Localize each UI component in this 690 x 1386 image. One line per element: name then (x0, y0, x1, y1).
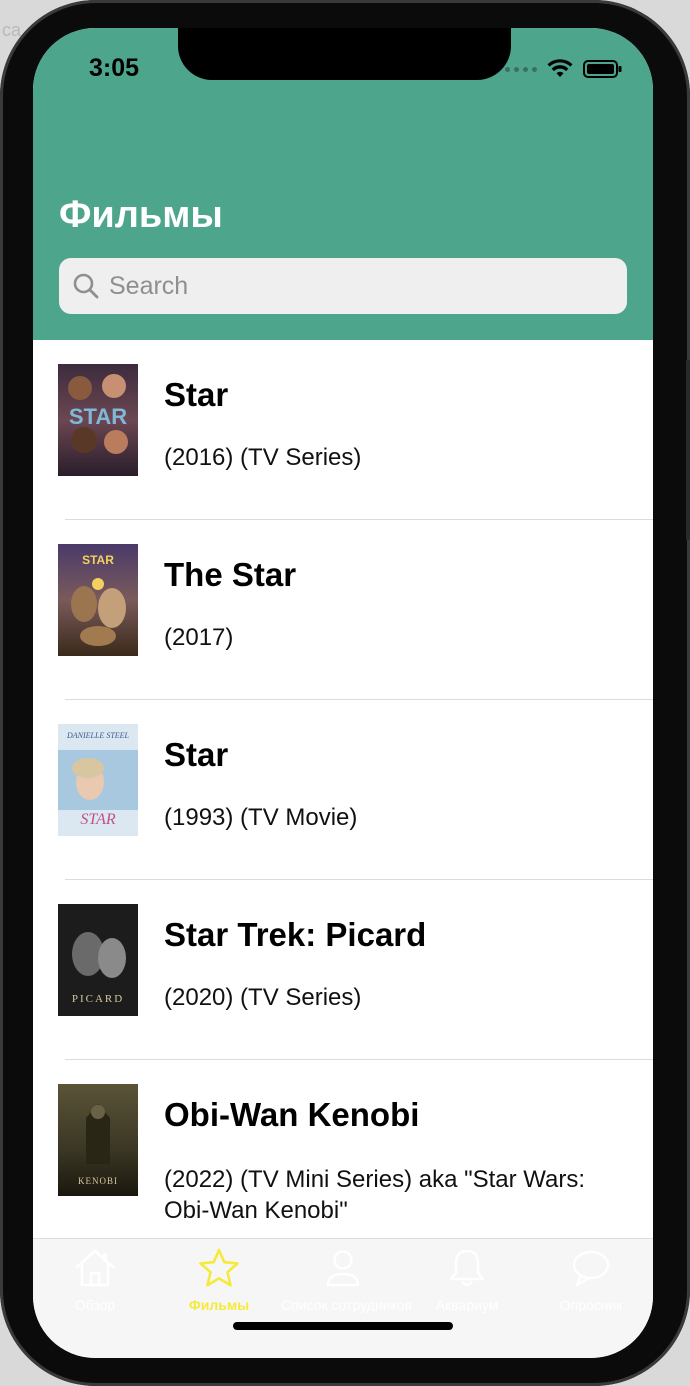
status-icons (505, 58, 623, 80)
poster-text: STAR (69, 404, 127, 429)
list-item[interactable]: PICARD Star Trek: Picard (2020) (TV Seri… (33, 880, 653, 1060)
notch (178, 28, 511, 80)
list-item[interactable]: STAR Star (2016) (TV Series) (33, 340, 653, 520)
the-star-2017-poster: STAR (58, 544, 138, 656)
kenobi-poster: KENOBI (58, 1084, 138, 1196)
list-item[interactable]: KENOBI Obi-Wan Kenobi (2022) (TV Mini Se… (33, 1060, 653, 1240)
screen: 3:05 Фильмы Search STAR Star (2016) (TV … (33, 28, 653, 1358)
cellular-signal-icon (505, 66, 537, 72)
house-icon (33, 1247, 157, 1289)
tab-label: Обзор (74, 1297, 116, 1313)
movie-title: Star (164, 376, 229, 413)
tab-label: Опросник (559, 1297, 623, 1313)
tab-employees[interactable]: Список сотрудников (281, 1247, 412, 1313)
phone-frame: 3:05 Фильмы Search STAR Star (2016) (TV … (0, 0, 690, 1386)
movie-subtitle: (2016) (TV Series) (164, 444, 362, 471)
poster-text: STAR (82, 553, 114, 567)
status-time: 3:05 (89, 54, 140, 82)
tab-films[interactable]: Фильмы (157, 1247, 281, 1313)
tab-bar: Обзор Фильмы Список сотрудников Аквариум… (33, 1238, 653, 1358)
movie-title: The Star (164, 556, 297, 593)
person-icon (281, 1247, 405, 1289)
page-title: Фильмы (59, 194, 223, 236)
movie-title: Star (164, 736, 229, 773)
tab-overview[interactable]: Обзор (33, 1247, 157, 1313)
movie-title: Obi-Wan Kenobi (164, 1096, 420, 1133)
movie-subtitle: (2017) (164, 624, 234, 651)
poster-text: KENOBI (78, 1176, 118, 1186)
movie-subtitle: (1993) (TV Movie) (164, 804, 358, 831)
home-indicator[interactable] (233, 1322, 453, 1330)
bell-icon (405, 1247, 529, 1289)
tab-survey[interactable]: Опросник (529, 1247, 653, 1313)
battery-icon (583, 60, 622, 78)
tab-label: Список сотрудников (281, 1297, 412, 1313)
poster-text-2: STAR (80, 811, 115, 828)
search-bar[interactable] (59, 258, 627, 314)
poster-text: PICARD (72, 993, 124, 1005)
movie-title: Star Trek: Picard (164, 916, 427, 953)
tab-aquarium[interactable]: Аквариум (405, 1247, 529, 1313)
movie-subtitle: (2022) (TV Mini Series) aka "Star Wars: … (164, 1166, 586, 1224)
navigation-header: 3:05 Фильмы (33, 28, 653, 340)
poster-text: DANIELLE STEEL (66, 731, 130, 740)
star-icon (157, 1247, 281, 1289)
tab-label: Аквариум (435, 1297, 499, 1313)
wifi-icon (547, 59, 573, 77)
tab-label: Фильмы (188, 1297, 250, 1313)
page: ca 3:05 Фильмы Search STAR Star (2016) (… (0, 0, 690, 1386)
search-icon (71, 271, 101, 301)
side-button (686, 360, 690, 540)
picard-poster: PICARD (58, 904, 138, 1016)
list-item[interactable]: DANIELLE STEEL STAR Star (1993) (TV Movi… (33, 700, 653, 880)
list-item[interactable]: STAR The Star (2017) (33, 520, 653, 700)
search-input[interactable] (107, 270, 611, 302)
movie-subtitle: (2020) (TV Series) (164, 984, 362, 1011)
speech-bubble-icon (529, 1247, 653, 1289)
star-1993-poster: DANIELLE STEEL STAR (58, 724, 138, 836)
star-2016-poster: STAR (58, 364, 138, 476)
movie-list: STAR Star (2016) (TV Series) STAR The St… (33, 340, 653, 1240)
